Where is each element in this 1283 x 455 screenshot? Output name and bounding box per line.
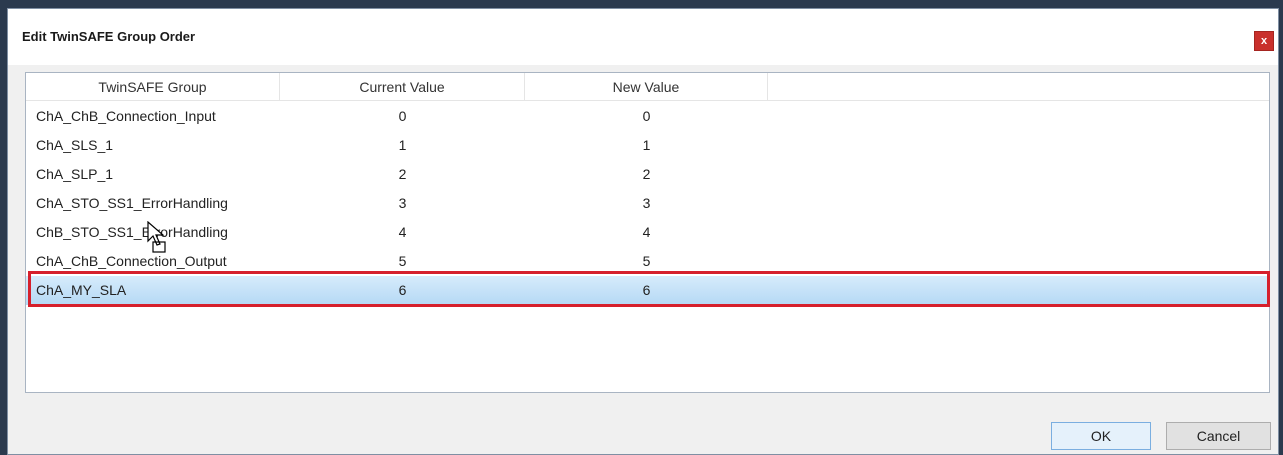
- current-value-cell: 3: [398, 195, 407, 211]
- current-value-cell: 0: [398, 108, 407, 124]
- selection-highlight-annotation: [28, 271, 1270, 307]
- close-button[interactable]: x: [1254, 31, 1274, 51]
- new-value-cell[interactable]: 3: [525, 189, 768, 218]
- new-value-cell[interactable]: 1: [525, 131, 768, 160]
- group-name-cell: ChA_STO_SS1_ErrorHandling: [36, 195, 228, 211]
- table-row[interactable]: ChA_STO_SS1_ErrorHandling 3 3: [26, 189, 1269, 218]
- group-name-cell: ChA_SLS_1: [36, 137, 114, 153]
- edit-group-order-dialog: Edit TwinSAFE Group Order x TwinSAFE Gro…: [7, 8, 1279, 455]
- list-header: TwinSAFE Group Current Value New Value: [26, 73, 1269, 101]
- new-value-cell[interactable]: 2: [525, 160, 768, 189]
- cancel-button[interactable]: Cancel: [1166, 422, 1271, 450]
- ok-button[interactable]: OK: [1051, 422, 1151, 450]
- new-value-cell[interactable]: 4: [525, 218, 768, 247]
- table-row[interactable]: ChA_SLS_1 1 1: [26, 131, 1269, 160]
- current-value-cell: 2: [398, 166, 407, 182]
- column-header-twinsafe-group[interactable]: TwinSAFE Group: [26, 73, 280, 101]
- group-name-cell: ChA_ChB_Connection_Input: [36, 108, 216, 124]
- mouse-pointer-icon: [147, 221, 166, 253]
- group-name-cell: ChA_SLP_1: [36, 166, 114, 182]
- column-header-new-value[interactable]: New Value: [525, 73, 768, 101]
- table-row[interactable]: ChA_SLP_1 2 2: [26, 160, 1269, 189]
- new-value-cell[interactable]: 0: [525, 102, 768, 131]
- column-header-current-value[interactable]: Current Value: [280, 73, 525, 101]
- window-title: Edit TwinSAFE Group Order: [22, 29, 196, 44]
- close-icon: x: [1260, 35, 1268, 47]
- column-header-filler: [768, 73, 1269, 101]
- table-row[interactable]: ChA_ChB_Connection_Input 0 0: [26, 102, 1269, 131]
- table-row[interactable]: ChB_STO_SS1_ErrorHandling 4 4: [26, 218, 1269, 247]
- group-list[interactable]: TwinSAFE Group Current Value New Value C…: [25, 72, 1270, 393]
- title-bar: Edit TwinSAFE Group Order x: [8, 9, 1278, 65]
- current-value-cell: 4: [398, 224, 407, 240]
- current-value-cell: 1: [398, 137, 407, 153]
